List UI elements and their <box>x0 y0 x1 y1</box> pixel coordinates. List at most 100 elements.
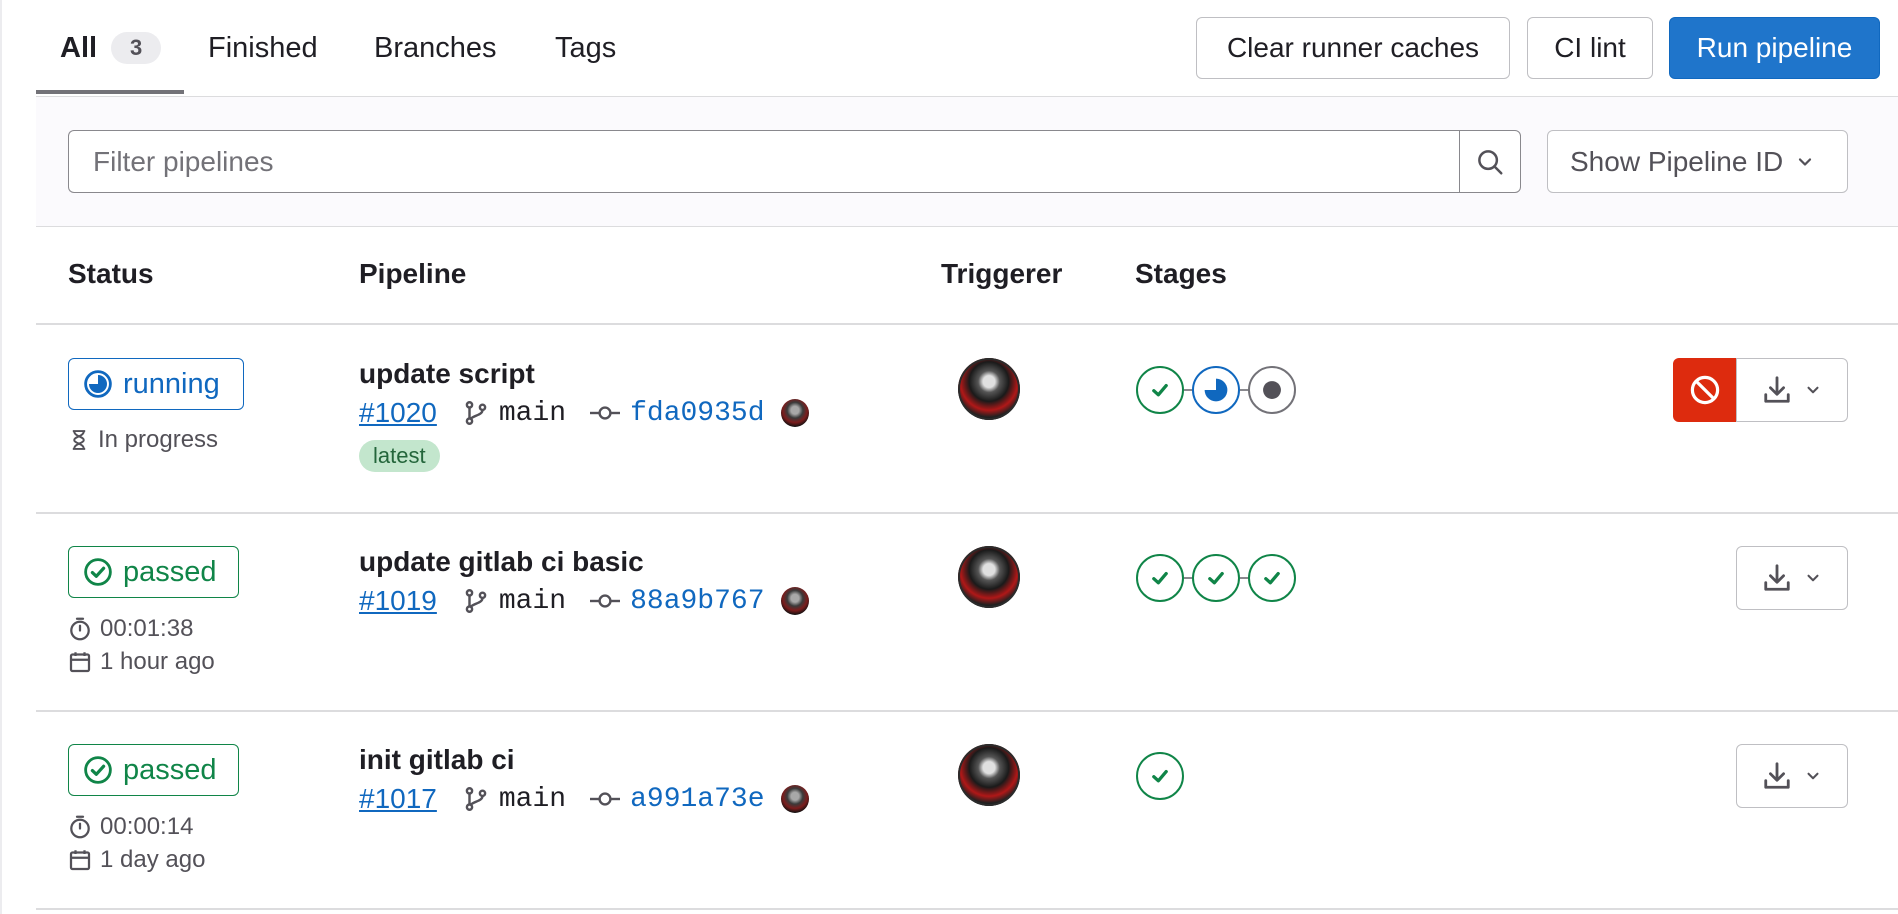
pipeline-key-select[interactable]: Show Pipeline ID <box>1547 130 1848 193</box>
tab-finished[interactable]: Finished <box>208 0 318 96</box>
branch-name[interactable]: main <box>499 784 566 815</box>
row-divider <box>36 512 1898 514</box>
column-header-pipeline: Pipeline <box>359 258 467 289</box>
pipeline-meta: #1019 main 88a9b767 <box>359 584 809 618</box>
check-icon <box>1264 571 1280 585</box>
commit-author-avatar[interactable] <box>780 587 809 615</box>
pipeline-id-link[interactable]: #1017 <box>359 783 437 815</box>
status-badge-running[interactable]: running <box>68 358 244 410</box>
column-header-status: Status <box>68 258 154 289</box>
download-icon <box>1764 762 1790 789</box>
commit-sha-link[interactable]: a991a73e <box>630 784 764 815</box>
pipeline-title[interactable]: init gitlab ci <box>359 744 515 776</box>
commit-icon <box>590 594 621 608</box>
branch-icon <box>465 589 487 613</box>
status-detail: In progress <box>98 426 219 453</box>
active-tab-indicator <box>36 90 184 94</box>
download-artifacts-dropdown[interactable] <box>1736 744 1848 808</box>
pipeline-title[interactable]: update script <box>359 358 535 390</box>
cancel-icon <box>1690 375 1720 405</box>
branch-name[interactable]: main <box>499 398 566 429</box>
run-pipeline-button[interactable]: Run pipeline <box>1669 17 1880 79</box>
pipeline-meta: #1017 main a991a73e <box>359 782 809 816</box>
tab-tags[interactable]: Tags <box>555 0 616 96</box>
status-running-icon <box>1204 378 1228 402</box>
search-button[interactable] <box>1459 130 1521 193</box>
triggerer-avatar[interactable] <box>958 358 1020 420</box>
calendar-icon <box>69 850 91 871</box>
column-header-triggerer: Triggerer <box>941 258 1063 289</box>
tab-all[interactable]: All 3 <box>60 0 162 96</box>
tab-all-count-badge: 3 <box>111 32 162 64</box>
timer-icon <box>70 617 90 641</box>
chevron-down-icon <box>1799 157 1812 166</box>
duration-value: 00:00:14 <box>100 813 194 840</box>
page-left-border <box>0 0 2 914</box>
tab-branches[interactable]: Branches <box>374 0 497 96</box>
status-badge-passed[interactable]: passed <box>68 546 239 598</box>
column-header-stages: Stages <box>1135 258 1227 289</box>
check-icon <box>1152 571 1168 585</box>
clear-runner-caches-button[interactable]: Clear runner caches <box>1196 17 1510 79</box>
check-icon <box>1152 383 1168 397</box>
stage-success[interactable] <box>1248 554 1296 602</box>
commit-sha-link[interactable]: 88a9b767 <box>630 586 764 617</box>
row-divider <box>36 710 1898 712</box>
download-icon <box>1764 564 1790 591</box>
cancel-pipeline-button[interactable] <box>1673 358 1737 422</box>
commit-author-avatar[interactable] <box>780 399 809 427</box>
status-created-icon <box>1263 381 1281 399</box>
pipeline-duration: 00:01:38 <box>68 615 193 643</box>
hourglass-icon <box>72 430 86 450</box>
status-label: passed <box>123 555 217 588</box>
branch-name[interactable]: main <box>499 586 566 617</box>
tab-all-label: All <box>60 31 98 64</box>
chevron-down-icon <box>1807 386 1819 394</box>
finished-value: 1 day ago <box>100 846 206 873</box>
stage-success[interactable] <box>1136 554 1184 602</box>
pipeline-title[interactable]: update gitlab ci basic <box>359 546 644 578</box>
ci-lint-button[interactable]: CI lint <box>1527 17 1653 79</box>
download-artifacts-dropdown[interactable] <box>1736 358 1848 422</box>
status-success-icon <box>84 558 112 586</box>
commit-icon <box>590 792 621 806</box>
pipeline-key-select-value: Show Pipeline ID <box>1570 145 1784 177</box>
stage-success[interactable] <box>1192 554 1240 602</box>
branch-icon <box>465 401 487 425</box>
status-badge-passed[interactable]: passed <box>68 744 239 796</box>
check-icon <box>1208 571 1224 585</box>
pipeline-duration: 00:00:14 <box>68 813 193 841</box>
stage-running[interactable] <box>1192 366 1240 414</box>
branch-icon <box>465 787 487 811</box>
download-artifacts-dropdown[interactable] <box>1736 546 1848 610</box>
triggerer-avatar[interactable] <box>958 744 1020 806</box>
finished-value: 1 hour ago <box>100 648 215 675</box>
header-divider <box>36 323 1898 325</box>
status-label: running <box>123 367 220 400</box>
duration-value: 00:01:38 <box>100 615 194 642</box>
calendar-icon <box>69 652 91 673</box>
check-icon <box>1152 769 1168 783</box>
status-progress: In progress <box>68 426 218 454</box>
status-running-icon <box>84 370 112 398</box>
chevron-down-icon <box>1807 772 1819 780</box>
stage-created[interactable] <box>1248 366 1296 414</box>
stage-success[interactable] <box>1136 752 1184 800</box>
download-icon <box>1764 376 1790 403</box>
filter-pipelines-input[interactable] <box>68 130 1460 193</box>
pipeline-id-link[interactable]: #1020 <box>359 397 437 429</box>
row-divider <box>36 908 1898 910</box>
timer-icon <box>70 815 90 839</box>
triggerer-avatar[interactable] <box>958 546 1020 608</box>
commit-author-avatar[interactable] <box>780 785 809 813</box>
chevron-down-icon <box>1807 574 1819 582</box>
commit-sha-link[interactable]: fda0935d <box>630 398 764 429</box>
pipeline-meta: #1020 main fda0935d <box>359 396 809 430</box>
pipeline-id-link[interactable]: #1019 <box>359 585 437 617</box>
stage-success[interactable] <box>1136 366 1184 414</box>
status-success-icon <box>84 756 112 784</box>
search-icon <box>1478 149 1503 174</box>
commit-icon <box>590 406 621 420</box>
pipeline-finished-time: 1 day ago <box>68 846 205 874</box>
pipeline-finished-time: 1 hour ago <box>68 648 215 676</box>
